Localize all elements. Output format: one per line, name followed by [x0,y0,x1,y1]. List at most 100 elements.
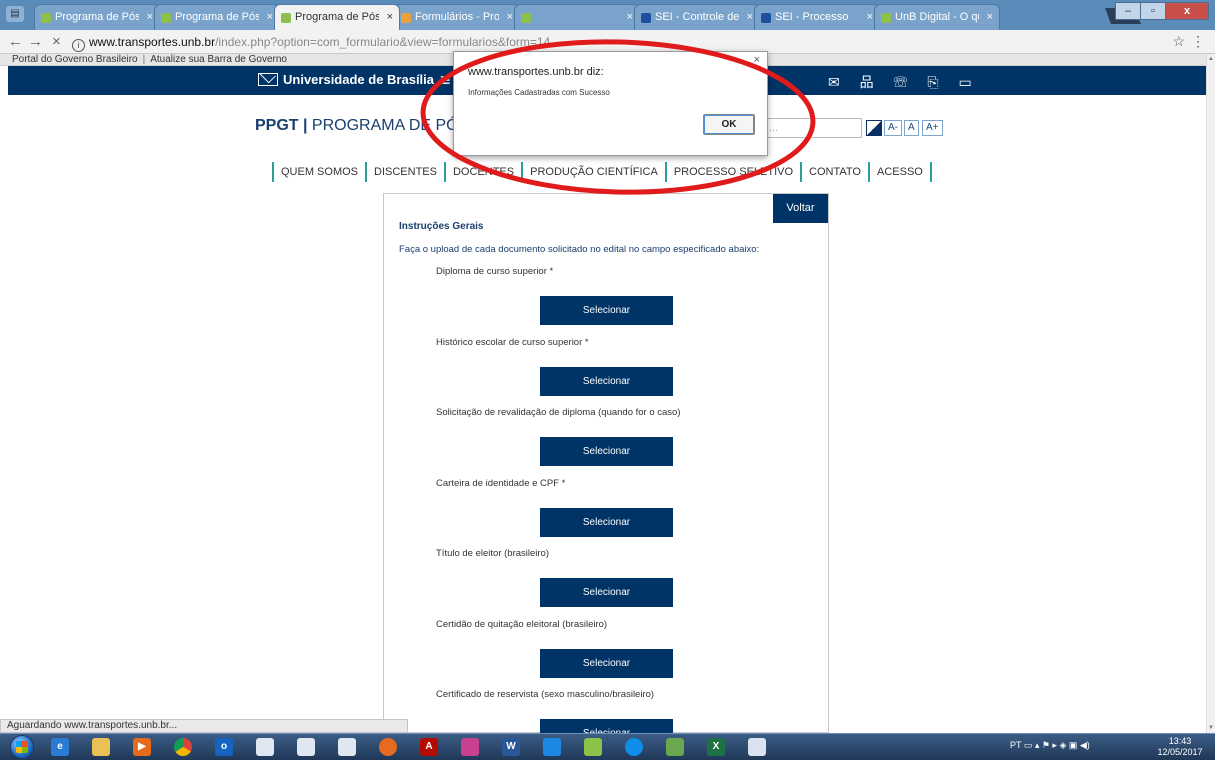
browser-tab[interactable]: SEI - Processo × [754,4,880,30]
site-search-input[interactable]: ... [764,118,862,138]
increase-font-button[interactable]: A+ [922,120,943,136]
tab-label: Programa de Pós-Grad [295,11,379,23]
high-contrast-icon[interactable] [866,120,882,136]
stop-loading-icon[interactable]: × [52,32,61,52]
taskbar-explorer[interactable] [81,735,121,759]
taskbar-outlook[interactable]: o [204,735,244,759]
taskbar-teamviewer[interactable] [614,735,654,759]
taskbar-window-3[interactable] [327,735,367,759]
maximize-button[interactable]: ▫ [1140,2,1166,20]
nav-item[interactable]: PROCESSO SELETIVO [674,166,793,178]
tab-close-icon[interactable]: × [267,5,273,29]
taskbar-app-11[interactable] [450,735,490,759]
page-scrollbar[interactable]: ▲ ▼ [1206,54,1215,733]
url-path: /index.php?option=com_formulario&view=fo… [215,35,551,49]
system-tray[interactable]: PT ▭ ▴ ⚑ ▸ ◈ ▣ ◀) [1010,740,1090,751]
tab-close-icon[interactable]: × [627,5,633,29]
start-button[interactable] [10,735,34,759]
taskbar-media[interactable]: ▶ [122,735,162,759]
back-arrow-icon[interactable]: ← [8,32,23,52]
browser-menu-icon[interactable]: ⋮ [1191,33,1205,50]
tab-close-icon[interactable]: × [867,5,873,29]
browser-tab[interactable]: Formulários - Program × [394,4,520,30]
atualize-barra-link[interactable]: Atualize sua Barra de Governo [150,54,287,65]
tab-label: Formulários - Program [415,11,499,23]
nav-item[interactable]: PRODUÇÃO CIENTÍFICA [530,166,658,178]
alert-message: Informações Cadastradas com Sucesso [468,88,610,97]
alert-dialog: www.transportes.unb.br diz: Informações … [453,51,768,156]
sei-favicon-icon [641,13,651,23]
taskbar-paint[interactable] [737,735,777,759]
page-content: PPGT | PROGRAMA DE PÓS ... A- A A+ QUEM … [0,95,1206,748]
nav-divider [868,162,870,182]
window-menu-icon[interactable]: ▤ [6,6,24,22]
tab-close-icon[interactable]: × [747,5,753,29]
upload-field-label: Carteira de identidade e CPF * [436,477,566,489]
site-title[interactable]: PPGT | PROGRAMA DE PÓS [255,117,469,135]
tab-close-icon[interactable]: × [147,5,153,29]
taskbar-acrobat[interactable]: A [409,735,449,759]
nav-item[interactable]: ACESSO [877,166,923,178]
selecionar-button[interactable]: Selecionar [540,296,673,325]
tab-close-icon[interactable]: × [987,5,993,29]
close-window-button[interactable]: x [1165,2,1209,20]
selecionar-button[interactable]: Selecionar [540,507,673,537]
browser-tab[interactable]: × [514,4,640,30]
taskbar-window-1[interactable] [245,735,285,759]
windows-taskbar: e ▶ o A W X PT ▭ ▴ ⚑ ▸ ◈ ▣ ◀) 13:43 12/0… [0,733,1215,760]
app-icon [584,738,602,756]
selecionar-button[interactable]: Selecionar [540,437,673,466]
selecionar-button[interactable]: Selecionar [540,648,673,678]
browser-tab[interactable]: UnB Digital - O que m × [874,4,1000,30]
taskbar-excel[interactable]: X [696,735,736,759]
unb-logo-link[interactable]: Universidade de Brasília [258,72,434,87]
tab-close-icon[interactable]: × [507,5,513,29]
taskbar-firefox[interactable] [368,735,408,759]
upload-field-label: Diploma de curso superior * [436,266,554,277]
taskbar-onedrive[interactable] [532,735,572,759]
govbar-separator: | [142,54,146,65]
voltar-button[interactable]: Voltar [773,194,828,223]
browser-tab[interactable]: SEI - Controle de Proc × [634,4,760,30]
alert-ok-button[interactable]: OK [703,114,755,135]
portal-governo-link[interactable]: Portal do Governo Brasileiro [12,54,138,65]
tab-label: SEI - Controle de Proc [655,11,739,23]
selecionar-button[interactable]: Selecionar [540,578,673,607]
forward-arrow-icon[interactable]: → [28,32,43,52]
decrease-font-button[interactable]: A- [884,120,902,136]
alert-close-icon[interactable]: × [754,54,760,66]
taskbar-apps: e ▶ o A W X [40,735,778,759]
tab-label: Programa de Pós-Grad [175,11,259,23]
browser-tab[interactable]: Programa de Pós-Grad × [274,4,400,30]
browser-tab[interactable]: Programa de Pós-Grad × [34,4,160,30]
normal-font-button[interactable]: A [904,120,919,136]
hamburger-menu-icon[interactable]: ≡ [440,71,451,89]
browser-tab[interactable]: Programa de Pós-Grad × [154,4,280,30]
status-bubble: Aguardando www.transportes.unb.br... [0,719,408,733]
tab-label: Programa de Pós-Grad [55,11,139,23]
unb-header-icons[interactable]: ✉ 品 ☏ ⎘ ▭ [828,72,980,92]
tab-close-icon[interactable]: × [387,5,393,29]
taskbar-clock[interactable]: 13:43 12/05/2017 [1150,736,1210,758]
taskbar-chrome[interactable] [163,735,203,759]
minimize-button[interactable]: – [1115,2,1141,20]
url-input[interactable]: i www.transportes.unb.br/index.php?option… [72,33,1162,52]
app-icon [461,738,479,756]
site-info-icon[interactable]: i [72,39,85,52]
clock-time: 13:43 [1168,736,1192,746]
bookmark-star-icon[interactable]: ☆ [1172,33,1185,50]
taskbar-ie[interactable]: e [40,735,80,759]
nav-item[interactable]: QUEM SOMOS [281,166,358,178]
nav-item[interactable]: CONTATO [809,166,861,178]
nav-item[interactable]: DOCENTES [453,166,514,178]
taskbar-word[interactable]: W [491,735,531,759]
scroll-down-arrow-icon[interactable]: ▼ [1208,725,1214,731]
scroll-up-arrow-icon[interactable]: ▲ [1208,56,1214,62]
taskbar-window-2[interactable] [286,735,326,759]
taskbar-app-16[interactable] [655,735,695,759]
selecionar-button[interactable]: Selecionar [540,366,673,396]
nav-item[interactable]: DISCENTES [374,166,437,178]
tab-label: SEI - Processo [775,11,849,23]
main-navigation: QUEM SOMOS DISCENTES DOCENTES PRODUÇÃO CIEN… [265,162,939,182]
taskbar-app-14[interactable] [573,735,613,759]
